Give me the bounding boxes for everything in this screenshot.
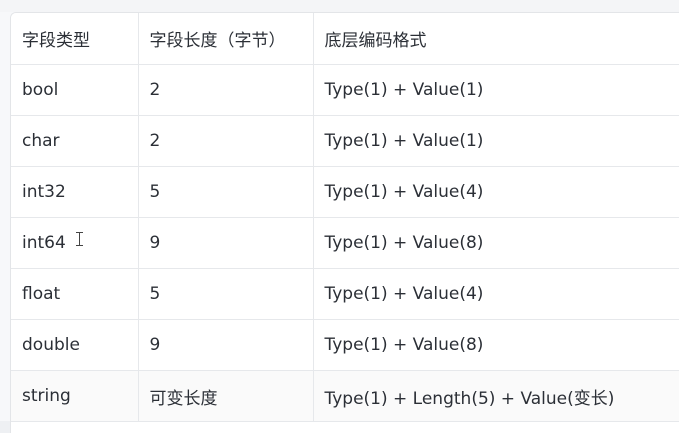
cell-field-length: 2 — [138, 115, 314, 167]
header-field-type: 字段类型 — [11, 13, 139, 65]
cell-field-type: int64 — [22, 233, 66, 253]
cell-field-type: bool — [11, 64, 139, 116]
table-row: float 5 Type(1) + Value(4) — [11, 268, 679, 320]
table-row: int32 5 Type(1) + Value(4) — [11, 166, 679, 218]
cell-field-type: char — [11, 115, 139, 167]
cell-field-type: double — [11, 319, 139, 371]
table-row: double 9 Type(1) + Value(8) — [11, 319, 679, 371]
cell-encoding-format: Type(1) + Value(4) — [313, 166, 679, 218]
table-row: string 可变长度 Type(1) + Length(5) + Value(… — [11, 370, 679, 422]
cell-field-type-with-cursor: int64 — [11, 217, 139, 269]
header-encoding-format: 底层编码格式 — [313, 13, 679, 65]
table-row: char 2 Type(1) + Value(1) — [11, 115, 679, 167]
cell-encoding-format: Type(1) + Value(8) — [313, 217, 679, 269]
cell-field-type: float — [11, 268, 139, 320]
cell-encoding-format: Type(1) + Value(1) — [313, 115, 679, 167]
document-page: 字段类型 字段长度（字节） 底层编码格式 bool 2 Type(1) + Va… — [0, 0, 679, 433]
field-encoding-table-container: 字段类型 字段长度（字节） 底层编码格式 bool 2 Type(1) + Va… — [10, 12, 679, 433]
header-field-length: 字段长度（字节） — [138, 13, 314, 65]
table-row: int64 9 Type(1) + Value(8) — [11, 217, 679, 269]
cell-field-type: int32 — [11, 166, 139, 218]
field-encoding-table: 字段类型 字段长度（字节） 底层编码格式 bool 2 Type(1) + Va… — [11, 13, 679, 422]
cell-encoding-format: Type(1) + Length(5) + Value(变长) — [313, 370, 679, 422]
cell-field-length: 9 — [138, 319, 314, 371]
cell-field-length: 2 — [138, 64, 314, 116]
cell-field-length: 5 — [138, 166, 314, 218]
cell-field-length: 可变长度 — [138, 370, 314, 422]
cell-field-type: string — [11, 370, 139, 422]
cell-field-length: 5 — [138, 268, 314, 320]
text-cursor-icon — [75, 232, 83, 246]
cell-encoding-format: Type(1) + Value(4) — [313, 268, 679, 320]
cell-field-length: 9 — [138, 217, 314, 269]
cell-encoding-format: Type(1) + Value(1) — [313, 64, 679, 116]
table-row: bool 2 Type(1) + Value(1) — [11, 64, 679, 116]
cell-encoding-format: Type(1) + Value(8) — [313, 319, 679, 371]
table-header-row: 字段类型 字段长度（字节） 底层编码格式 — [11, 13, 679, 65]
